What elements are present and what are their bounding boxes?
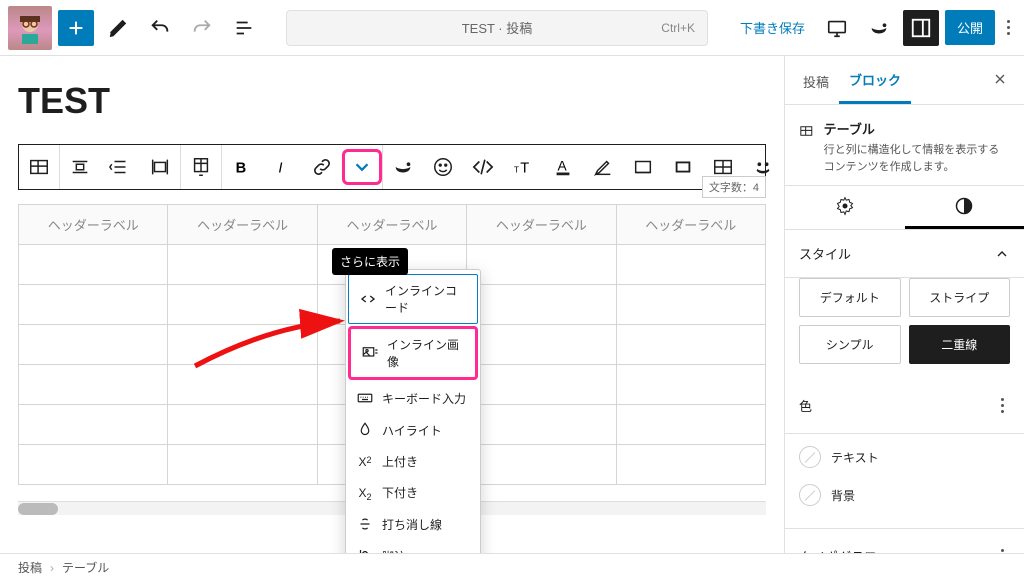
table-header[interactable]: ヘッダーラベル (19, 205, 168, 245)
typo-options-button[interactable] (995, 543, 1010, 553)
style-double[interactable]: 二重線 (909, 325, 1011, 364)
color-section: 色 (785, 378, 1024, 434)
document-title: TEST · 投稿 (462, 18, 533, 37)
style-default[interactable]: デフォルト (799, 278, 901, 317)
table-header[interactable]: ヘッダーラベル (317, 205, 466, 245)
style-stripe[interactable]: ストライプ (909, 278, 1011, 317)
rich-text-dropdown: インラインコード インライン画像 キーボード入力 ハイライト X2上付き X2下… (345, 269, 481, 553)
subtab-styles[interactable] (905, 186, 1024, 229)
color-background[interactable]: 背景 (799, 476, 1010, 514)
column-align-button[interactable] (140, 149, 180, 185)
publish-button[interactable]: 公開 (945, 10, 995, 45)
jetpack-icon[interactable] (861, 10, 897, 46)
block-inserter-button[interactable] (58, 10, 94, 46)
svg-text:B: B (236, 161, 247, 177)
style-simple[interactable]: シンプル (799, 325, 901, 364)
settings-sidebar: 投稿 ブロック テーブル 行と列に構造化して情報を表示するコンテンツを作成します… (784, 56, 1024, 553)
swell-icon[interactable] (383, 149, 423, 185)
dd-strikethrough[interactable]: 打ち消し線 (346, 508, 480, 540)
tooltip-show-more: さらに表示 (332, 248, 408, 275)
swatch-none-icon (799, 446, 821, 468)
move-button[interactable] (100, 149, 140, 185)
swatch-none-icon (799, 484, 821, 506)
table-header[interactable]: ヘッダーラベル (616, 205, 765, 245)
svg-text:T: T (514, 166, 519, 175)
save-draft-button[interactable]: 下書き保存 (732, 18, 813, 37)
dd-inline-image[interactable]: インライン画像 (348, 326, 478, 380)
color-text[interactable]: テキスト (799, 438, 1010, 476)
link-button[interactable] (302, 149, 342, 185)
breadcrumb-root[interactable]: 投稿 (18, 559, 42, 576)
site-avatar[interactable] (8, 6, 52, 50)
italic-button[interactable]: I (262, 149, 302, 185)
document-outline-button[interactable] (226, 10, 262, 46)
table-icon (799, 119, 814, 143)
close-sidebar-button[interactable] (984, 63, 1016, 98)
emoji-button[interactable] (423, 149, 463, 185)
settings-panel-toggle[interactable] (903, 10, 939, 46)
dd-superscript[interactable]: X2上付き (346, 446, 480, 477)
block-name: テーブル (824, 119, 1010, 138)
block-breadcrumb: 投稿 › テーブル (0, 553, 1024, 581)
dd-highlight[interactable]: ハイライト (346, 414, 480, 446)
command-shortcut: Ctrl+K (661, 21, 695, 35)
background-button[interactable] (663, 149, 703, 185)
top-toolbar: TEST · 投稿 Ctrl+K 下書き保存 公開 (0, 0, 1024, 56)
align-button[interactable] (60, 149, 100, 185)
edit-table-button[interactable] (181, 149, 221, 185)
document-title-bar[interactable]: TEST · 投稿 Ctrl+K (286, 10, 708, 46)
tab-post[interactable]: 投稿 (793, 58, 839, 103)
svg-text:T: T (520, 161, 529, 177)
block-toolbar: B I TT A (18, 144, 766, 190)
dd-inline-code[interactable]: インラインコード (348, 274, 478, 324)
color-options-button[interactable] (995, 392, 1010, 419)
more-options-button[interactable] (1001, 14, 1016, 41)
table-header[interactable]: ヘッダーラベル (168, 205, 317, 245)
view-button[interactable] (819, 10, 855, 46)
highlight-button[interactable] (583, 149, 623, 185)
table-header[interactable]: ヘッダーラベル (467, 205, 616, 245)
font-size-button[interactable]: TT (503, 149, 543, 185)
block-description: 行と列に構造化して情報を表示するコンテンツを作成します。 (824, 142, 1010, 175)
redo-button[interactable] (184, 10, 220, 46)
typography-section: タイポグラフィ (785, 528, 1024, 553)
style-section-toggle[interactable]: スタイル (785, 230, 1024, 278)
undo-button[interactable] (142, 10, 178, 46)
character-count: 文字数：4 (702, 176, 766, 198)
more-rich-text-button[interactable] (342, 149, 382, 185)
text-color-button[interactable]: A (543, 149, 583, 185)
annotation-arrow (190, 306, 350, 376)
editor-canvas: TEST 文字数：4 B I TT A (0, 56, 784, 553)
svg-text:A: A (558, 159, 568, 174)
subtab-settings[interactable] (785, 186, 905, 229)
block-type-table-icon[interactable] (19, 149, 59, 185)
clear-format-button[interactable] (623, 149, 663, 185)
tools-button[interactable] (100, 10, 136, 46)
breadcrumb-leaf[interactable]: テーブル (62, 559, 109, 576)
bold-button[interactable]: B (222, 149, 262, 185)
dd-keyboard[interactable]: キーボード入力 (346, 382, 480, 414)
tab-block[interactable]: ブロック (839, 56, 911, 104)
code-button[interactable] (463, 149, 503, 185)
dd-subscript[interactable]: X2下付き (346, 477, 480, 508)
post-title[interactable]: TEST (18, 80, 766, 122)
dd-footnote[interactable]: 脚注 (346, 540, 480, 553)
svg-text:I: I (278, 161, 282, 177)
